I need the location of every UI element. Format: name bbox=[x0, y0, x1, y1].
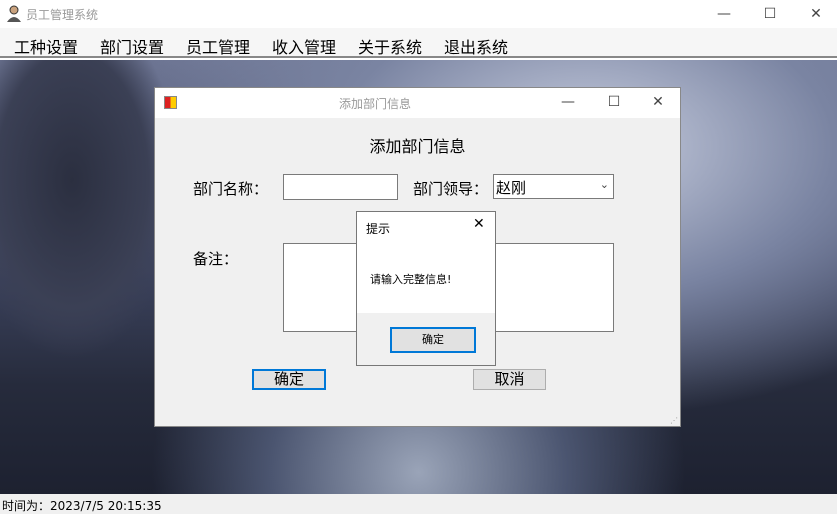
cancel-button[interactable]: 取消 bbox=[473, 369, 546, 390]
background-tree bbox=[0, 60, 180, 360]
menu-about[interactable]: 关于系统 bbox=[358, 34, 422, 58]
dialog-title-bar: 添加部门信息 — ☐ ✕ bbox=[155, 88, 680, 118]
dept-leader-label: 部门领导： bbox=[413, 180, 489, 198]
confirm-button[interactable]: 确定 bbox=[252, 369, 326, 390]
chevron-down-icon: ⌄ bbox=[599, 178, 609, 191]
status-time: 时间为：2023/7/5 20:15:35 bbox=[2, 499, 162, 513]
note-label: 备注： bbox=[193, 250, 239, 268]
status-bar: 时间为：2023/7/5 20:15:35 bbox=[0, 494, 837, 514]
dept-name-label: 部门名称： bbox=[193, 180, 269, 198]
title-bar: 员工管理系统 — ☐ ✕ bbox=[0, 0, 837, 28]
message-close-button[interactable]: ✕ bbox=[473, 216, 485, 232]
menu-exit[interactable]: 退出系统 bbox=[444, 34, 508, 58]
message-text: 请输入完整信息! bbox=[370, 273, 452, 286]
dialog-minimize-button[interactable]: — bbox=[545, 88, 591, 116]
dept-name-input[interactable] bbox=[283, 174, 398, 200]
maximize-button[interactable]: ☐ bbox=[747, 0, 793, 28]
dialog-maximize-button[interactable]: ☐ bbox=[591, 88, 637, 116]
message-title: 提示 bbox=[366, 222, 391, 236]
dialog-close-button[interactable]: ✕ bbox=[635, 88, 681, 116]
dialog-heading: 添加部门信息 bbox=[369, 137, 466, 156]
app-title: 员工管理系统 bbox=[26, 8, 99, 22]
menu-bar: 工种设置 部门设置 员工管理 收入管理 关于系统 退出系统 bbox=[0, 28, 837, 58]
dept-leader-value: 赵刚 bbox=[496, 179, 527, 197]
menu-employees[interactable]: 员工管理 bbox=[186, 34, 250, 58]
close-button[interactable]: ✕ bbox=[793, 0, 837, 28]
menu-job-types[interactable]: 工种设置 bbox=[14, 34, 78, 58]
dialog-title: 添加部门信息 bbox=[338, 97, 411, 111]
minimize-button[interactable]: — bbox=[701, 0, 747, 28]
menu-departments[interactable]: 部门设置 bbox=[100, 34, 164, 58]
resize-grip[interactable]: ⋰ bbox=[670, 416, 678, 425]
menu-income[interactable]: 收入管理 bbox=[272, 34, 336, 58]
dept-leader-select[interactable]: 赵刚 ⌄ bbox=[493, 174, 614, 199]
message-ok-button[interactable]: 确定 bbox=[390, 327, 476, 353]
user-icon bbox=[6, 5, 22, 22]
message-box: 提示 ✕ 请输入完整信息! 确定 bbox=[356, 211, 496, 366]
